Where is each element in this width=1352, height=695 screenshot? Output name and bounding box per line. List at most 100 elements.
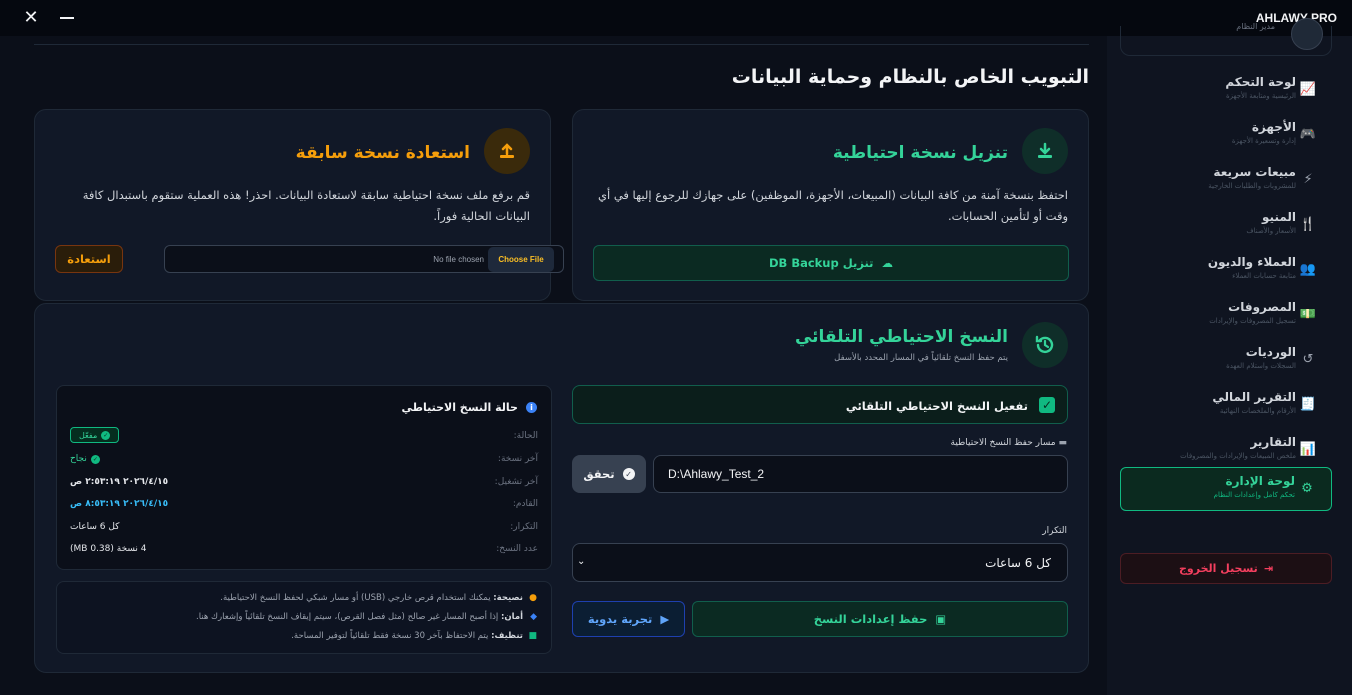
history-icon xyxy=(1022,322,1068,368)
chart-line-icon: 📈 xyxy=(1299,81,1317,97)
check-icon: ✓ xyxy=(90,454,100,464)
auto-backup-toggle[interactable]: ✓ تفعيل النسخ الاحتياطي التلقائي xyxy=(572,385,1068,424)
database-icon: ■ xyxy=(528,631,537,641)
sidebar-item-subtitle: إدارة وتسعيرة الأجهزة xyxy=(1231,137,1296,145)
verify-button[interactable]: ✓ تحقق xyxy=(572,455,646,493)
money-icon: 💵 xyxy=(1299,306,1317,322)
logout-icon: ⇥ xyxy=(1263,562,1274,575)
count-value: 4 نسخة (0.38 MB) xyxy=(70,544,147,554)
download-title: تنزيل نسخة احتياطية xyxy=(832,143,1008,163)
checkbox[interactable]: ✓ xyxy=(1039,397,1055,413)
tips-panel: ● نصيحة: يمكنك استخدام قرص خارجي (USB) أو… xyxy=(56,581,552,654)
manual-label: تجربة يدوية xyxy=(587,612,653,626)
download-text: احتفظ بنسخة آمنة من كافة البيانات (المبي… xyxy=(597,188,1068,223)
user-role: مدير النظام xyxy=(1236,22,1275,31)
logout-label: تسجيل الخروج xyxy=(1178,562,1258,575)
chevron-down-icon: ⌄ xyxy=(577,556,586,567)
toggle-label: تفعيل النسخ الاحتياطي التلقائي xyxy=(845,399,1028,413)
close-icon[interactable]: ✕ xyxy=(21,8,41,28)
sidebar-item-subtitle: تسجيل المصروفات والإيرادات xyxy=(1209,317,1296,325)
next-label: القادم: xyxy=(512,499,538,509)
sidebar-item-label: المصروفات xyxy=(1228,300,1296,314)
sidebar-item-label: العملاء والديون xyxy=(1207,255,1296,269)
frequency-value: كل 6 ساعات xyxy=(985,556,1051,570)
file-input[interactable]: Choose File No file chosen xyxy=(164,245,564,273)
state-label: الحالة: xyxy=(513,431,538,441)
repeat-value: كل 6 ساعات xyxy=(70,522,120,532)
state-value: مفعّل xyxy=(79,430,98,440)
tip-row: ■ تنظيف: يتم الاحتفاظ بآخر 30 نسخة فقط تل… xyxy=(291,631,537,641)
tip-text: يمكنك استخدام قرص خارجي (USB) أو مسار شب… xyxy=(220,593,494,603)
sidebar-item[interactable]: ↺ الورديات السجلات واستلام العهدة xyxy=(1120,339,1332,379)
minimize-icon[interactable] xyxy=(58,8,76,28)
auto-backup-title: النسخ الاحتياطي التلقائي xyxy=(794,327,1008,347)
restore-card: استعادة نسخة سابقة قم برفع ملف نسخة احتي… xyxy=(34,109,564,301)
sidebar-item-label: المنيو xyxy=(1262,210,1296,224)
restore-title: استعادة نسخة سابقة xyxy=(295,143,470,163)
save-label: حفظ إعدادات النسخ xyxy=(813,612,928,626)
auto-backup-card: النسخ الاحتياطي التلقائي يتم حفظ النسخ ت… xyxy=(34,303,1089,673)
repeat-label: التكرار: xyxy=(510,522,538,532)
save-settings-button[interactable]: ▣ حفظ إعدادات النسخ xyxy=(692,601,1068,637)
manual-test-button[interactable]: ▶ تجربة يدوية xyxy=(572,601,685,637)
status-panel: i حالة النسخ الاحتياطي الحالة: ✓ مفعّل آخ… xyxy=(56,385,552,570)
sidebar: مدير النظام 📈 لوحة التحكم الرئيسية ومتابعة… xyxy=(1107,18,1352,695)
sidebar-item[interactable]: 👥 العملاء والديون متابعة حسابات العملاء xyxy=(1120,249,1332,289)
sidebar-item-label: لوحة التحكم xyxy=(1225,75,1296,89)
main-content: التبويب الخاص بالنظام وحماية البيانات تن… xyxy=(0,36,1107,695)
bar-chart-icon: 📊 xyxy=(1299,441,1317,457)
profile-card: مدير النظام xyxy=(1120,18,1332,56)
last-value-row: ✓ نجاح xyxy=(70,454,100,464)
next-value: ٢٠٢٦/٤/١٥ ٨:٥٣:١٩ ص xyxy=(70,499,169,509)
sidebar-item-subtitle: ملخص المبيعات والإيرادات والمصروفات xyxy=(1180,452,1296,460)
upload-icon xyxy=(484,128,530,174)
lastrun-label: آخر تشغيل: xyxy=(494,477,538,487)
path-label: مسار حفظ النسخ الاحتياطية xyxy=(950,438,1056,448)
path-label-row: ▬ مسار حفظ النسخ الاحتياطية xyxy=(951,438,1067,448)
sidebar-item-label: مبيعات سريعة xyxy=(1213,165,1296,179)
sidebar-item-subtitle: الرئيسية ومتابعة الأجهزة xyxy=(1225,92,1296,100)
tip-key: نصيحة: xyxy=(493,593,523,603)
info-icon: i xyxy=(526,402,537,413)
last-value: نجاح xyxy=(70,454,87,464)
sidebar-item[interactable]: 💵 المصروفات تسجيل المصروفات والإيرادات xyxy=(1120,294,1332,334)
sidebar-item[interactable]: 🧾 التقرير المالي الأرقام والملخصات النهائي… xyxy=(1120,384,1332,424)
sidebar-item[interactable]: ⚡ مبيعات سريعة للمشروبات والطلبات الخارجية xyxy=(1120,159,1332,199)
sidebar-item-label: التقارير xyxy=(1250,435,1296,449)
verify-label: تحقق xyxy=(583,467,615,481)
frequency-select[interactable]: كل 6 ساعات ⌄ xyxy=(572,543,1068,582)
tip-row: ● نصيحة: يمكنك استخدام قرص خارجي (USB) أو… xyxy=(220,593,537,603)
sidebar-item-label: الورديات xyxy=(1245,345,1296,359)
count-label: عدد النسخ: xyxy=(496,544,538,554)
sidebar-item-subtitle: الأسعار والأصناف xyxy=(1246,227,1296,235)
sidebar-item-subtitle: تحكم كامل وإعدادات النظام xyxy=(1213,491,1295,499)
sidebar-item[interactable]: 🍴 المنيو الأسعار والأصناف xyxy=(1120,204,1332,244)
sidebar-item-subtitle: الأرقام والملخصات النهائية xyxy=(1219,407,1296,415)
tip-text: إذا أصبح المسار غير صالح (مثل فصل القرص)… xyxy=(196,612,501,622)
sidebar-item[interactable]: 🎮 الأجهزة إدارة وتسعيرة الأجهزة xyxy=(1120,114,1332,154)
gamepad-icon: 🎮 xyxy=(1299,126,1317,142)
divider xyxy=(34,44,1089,45)
tip-row: ◆ أمان: إذا أصبح المسار غير صالح (مثل فصل… xyxy=(196,612,537,622)
restore-button[interactable]: استعادة xyxy=(55,245,123,273)
download-icon xyxy=(1022,128,1068,174)
auto-backup-subtitle: يتم حفظ النسخ تلقائياً في المسار المحدد … xyxy=(834,353,1008,363)
freq-label: التكرار xyxy=(1042,526,1067,536)
tip-key: أمان: xyxy=(500,612,523,622)
sidebar-item[interactable]: 📊 التقارير ملخص المبيعات والإيرادات والمصر… xyxy=(1120,429,1332,469)
download-backup-button[interactable]: ☁ تنزيل DB Backup xyxy=(593,245,1069,281)
receipt-icon: 🧾 xyxy=(1299,396,1317,412)
status-title: حالة النسخ الاحتياطي xyxy=(401,401,518,414)
tip-text: يتم الاحتفاظ بآخر 30 نسخة فقط تلقائياً ل… xyxy=(291,631,492,641)
save-icon: ▣ xyxy=(935,612,947,626)
tip-key: تنظيف: xyxy=(491,631,523,641)
users-cog-icon: ⚙ xyxy=(1301,480,1313,496)
lightbulb-icon: ● xyxy=(529,593,537,603)
sidebar-item[interactable]: 📈 لوحة التحكم الرئيسية ومتابعة الأجهزة xyxy=(1120,69,1332,109)
sidebar-item[interactable]: ⚙ لوحة الإدارة تحكم كامل وإعدادات النظام xyxy=(1120,467,1332,511)
shield-icon: ◆ xyxy=(530,612,537,622)
sidebar-item-subtitle: للمشروبات والطلبات الخارجية xyxy=(1208,182,1296,190)
logout-button[interactable]: ⇥ تسجيل الخروج xyxy=(1120,553,1332,584)
path-input[interactable]: D:\Ahlawy_Test_2 xyxy=(653,455,1068,493)
choose-file-button[interactable]: Choose File xyxy=(488,247,554,272)
